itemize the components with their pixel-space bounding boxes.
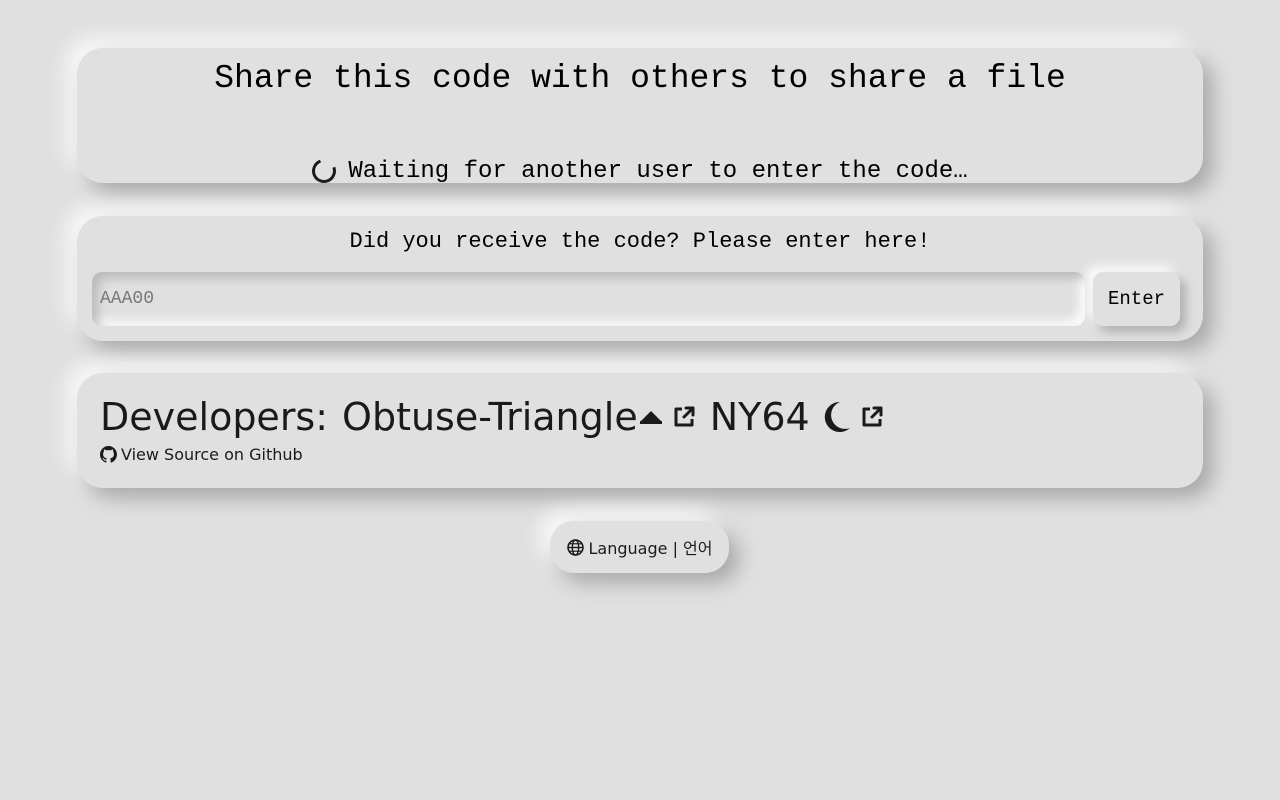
- developer-obtuse-triangle[interactable]: Obtuse-Triangle: [342, 395, 638, 439]
- view-source-label: View Source on Github: [121, 445, 303, 464]
- moon-icon: [820, 400, 852, 434]
- language-button[interactable]: Language | 언어: [550, 521, 729, 573]
- waiting-status: Waiting for another user to enter the co…: [77, 154, 1203, 188]
- code-entry-card: Did you receive the code? Please enter h…: [77, 216, 1203, 341]
- view-source-link[interactable]: View Source on Github: [100, 445, 303, 464]
- enter-button[interactable]: Enter: [1093, 272, 1180, 326]
- language-label: Language | 언어: [588, 539, 713, 558]
- globe-icon: [566, 538, 584, 556]
- developers-label: Developers:: [100, 395, 329, 439]
- external-link-icon[interactable]: [860, 405, 884, 429]
- share-code-card: Share this code with others to share a f…: [77, 48, 1203, 187]
- developers-line: Developers: Obtuse-Triangle NY64: [100, 393, 884, 441]
- developers-card: Developers: Obtuse-Triangle NY64 View So…: [77, 373, 1203, 488]
- code-input[interactable]: [92, 272, 1085, 326]
- share-title: Share this code with others to share a f…: [214, 60, 1066, 97]
- external-link-icon[interactable]: [672, 405, 696, 429]
- waiting-text: Waiting for another user to enter the co…: [348, 157, 968, 185]
- github-icon: [100, 446, 117, 463]
- triangle-up-icon: [638, 406, 664, 428]
- developer-ny64[interactable]: NY64: [710, 395, 810, 439]
- code-prompt: Did you receive the code? Please enter h…: [349, 229, 931, 254]
- spinner-icon: [308, 155, 341, 187]
